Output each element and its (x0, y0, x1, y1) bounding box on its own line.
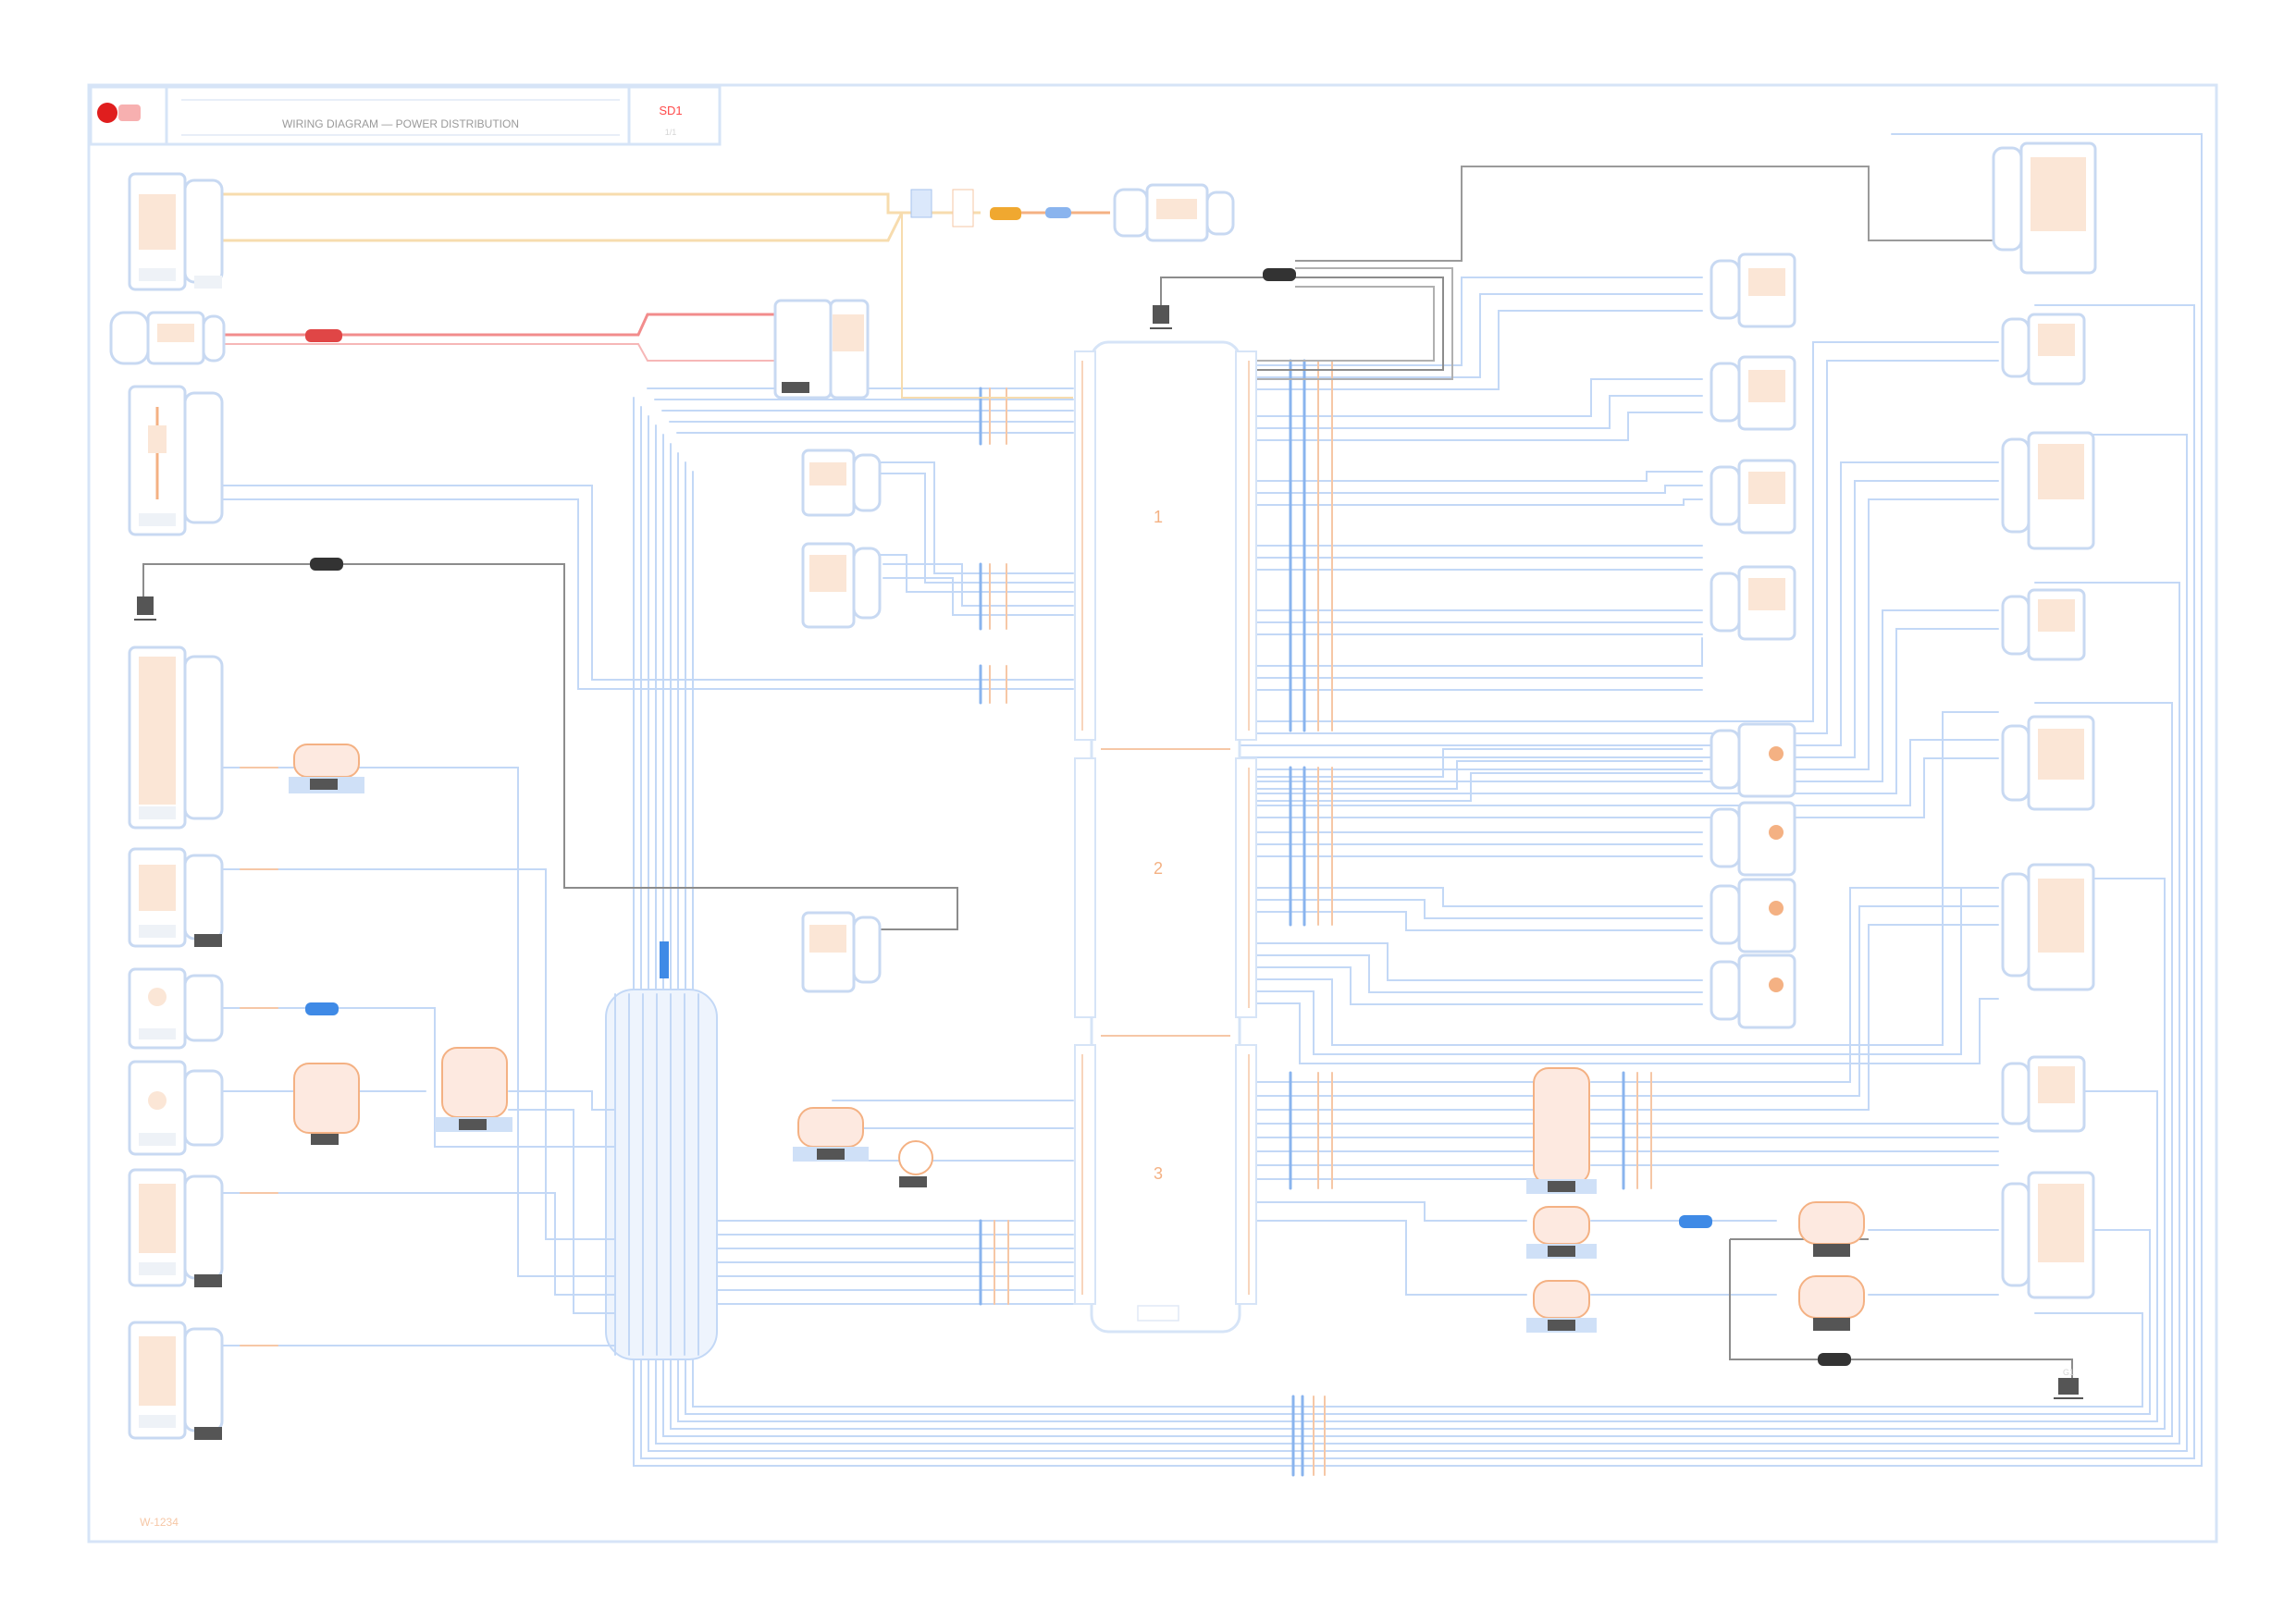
module-section-label: 3 (1154, 1164, 1163, 1183)
relay-block (898, 1140, 933, 1187)
ground-symbol (134, 596, 156, 621)
switch-module (801, 911, 882, 993)
component-box (128, 967, 224, 1050)
black-inline-connector (310, 558, 343, 571)
component-box (1992, 141, 2097, 275)
relay-block (435, 1047, 512, 1132)
relay-block (793, 1107, 869, 1162)
amber-inline-connector (990, 207, 1021, 220)
ground-symbol (1150, 305, 1172, 329)
component-box (128, 646, 224, 830)
component-box (2001, 1055, 2086, 1133)
component-box (1710, 252, 1796, 328)
component-box (1710, 459, 1796, 535)
switch-module (773, 299, 870, 400)
ground-label: G1 (2063, 1368, 2074, 1377)
component-box (128, 1321, 224, 1440)
component-box (2001, 715, 2095, 811)
module-section-label: 1 (1154, 508, 1163, 526)
red-inline-connector (305, 329, 342, 342)
switch-module (801, 449, 882, 517)
blue-inline-connector (1679, 1215, 1712, 1228)
black-inline-connector (1818, 1353, 1851, 1366)
component-box (1710, 355, 1796, 431)
ground-symbol: G1 (2054, 1368, 2083, 1399)
switch-module (801, 542, 882, 629)
component-box (128, 1168, 224, 1287)
component-box (109, 311, 226, 365)
component-box (128, 172, 224, 291)
relay-block (289, 744, 364, 793)
title-block-sheet-sub: 1/1 (665, 128, 677, 137)
component-box (128, 847, 224, 948)
lamp-group (1710, 722, 1796, 1029)
component-box (2001, 863, 2095, 991)
fuse-stack (1526, 1067, 1865, 1333)
splice-block (910, 189, 932, 218)
component-box (2001, 588, 2086, 661)
relay-block (293, 1063, 360, 1145)
component-box (2001, 313, 2086, 386)
wiring-diagram-sheet: WIRING DIAGRAM — POWER DISTRIBUTION SD1 … (87, 83, 2218, 1543)
black-inline-connector (1263, 268, 1296, 281)
title-block-sheet-code: SD1 (659, 104, 682, 117)
component-box (2001, 431, 2095, 550)
trunk-splice-connector (660, 941, 669, 978)
title-block: WIRING DIAGRAM — POWER DISTRIBUTION SD1 … (89, 85, 722, 146)
blue-inline-connector (1045, 207, 1071, 218)
splice-block (952, 189, 974, 227)
component-box (128, 1060, 224, 1156)
central-control-module: 1 2 3 (1074, 340, 1257, 1334)
title-block-title: WIRING DIAGRAM — POWER DISTRIBUTION (282, 117, 519, 130)
switch-module (1113, 183, 1235, 242)
module-section-label: 2 (1154, 859, 1163, 878)
blue-inline-connector (305, 1002, 339, 1015)
footer-note: W-1234 (140, 1516, 179, 1529)
right-components: G1 (1526, 141, 2097, 1399)
component-box (2001, 1171, 2095, 1299)
component-box (128, 385, 224, 536)
component-box (1710, 565, 1796, 641)
